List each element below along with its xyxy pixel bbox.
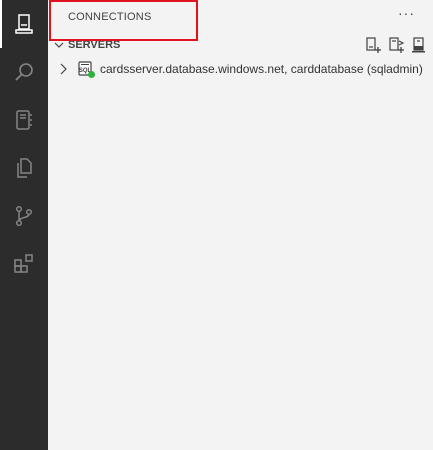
chevron-down-icon [53,38,65,56]
activity-source-control[interactable] [0,192,48,240]
activity-search[interactable] [0,48,48,96]
files-icon [12,156,36,180]
chevron-right-icon[interactable] [57,62,69,81]
servers-section-header[interactable]: SERVERS [48,36,433,56]
new-server-group-icon[interactable] [387,36,404,54]
server-connection-label: cardsserver.database.windows.net, cardda… [100,62,423,76]
server-icon [12,12,36,36]
activity-connections[interactable] [0,0,48,48]
more-actions-button[interactable]: ··· [398,6,415,20]
activity-notebooks[interactable] [0,96,48,144]
active-connections-icon[interactable] [410,36,427,54]
new-connection-icon[interactable] [364,36,381,54]
activity-extensions[interactable] [0,240,48,288]
search-icon [12,60,36,84]
activity-bar [0,0,48,450]
sql-server-icon: SQL [78,60,95,78]
extensions-icon [12,252,36,276]
view-title: CONNECTIONS [68,11,152,23]
servers-section-label: SERVERS [68,39,121,51]
source-control-icon [12,204,36,228]
server-tree-item[interactable]: SQL cardsserver.database.windows.net, ca… [48,58,433,80]
section-actions [364,36,433,56]
notebook-icon [12,108,36,132]
activity-explorer[interactable] [0,144,48,192]
connections-sidebar: CONNECTIONS ··· SERVERS SQL cardsserver.… [48,0,433,450]
connection-status-dot [88,71,95,78]
